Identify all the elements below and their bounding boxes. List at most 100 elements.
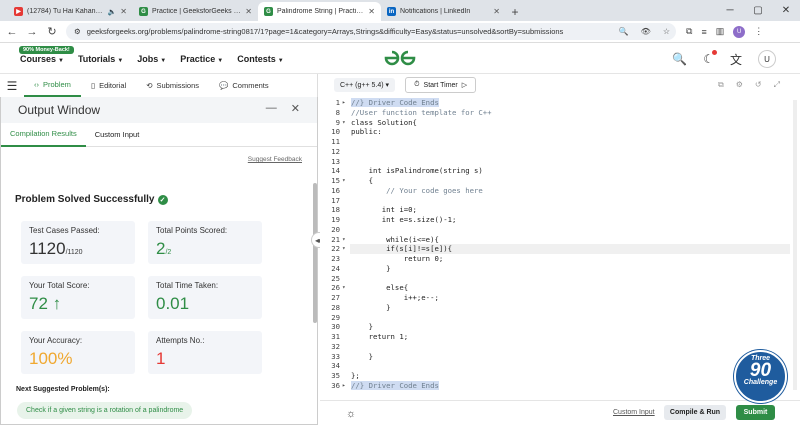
gfg-logo[interactable]: [382, 50, 418, 71]
fold-toggle-icon[interactable]: ▾: [342, 119, 346, 126]
line-number: 32: [331, 341, 340, 351]
translate-icon[interactable]: 文: [730, 51, 742, 68]
line-number: 19: [331, 215, 340, 224]
fullscreen-icon[interactable]: ⤢: [774, 80, 780, 90]
site-info-icon[interactable]: ⚙: [74, 27, 81, 36]
stat-card-tests: Test Cases Passed: 1120/1120: [21, 221, 135, 264]
custom-input-link[interactable]: Custom Input: [613, 409, 655, 416]
forward-icon[interactable]: →: [24, 26, 40, 38]
tab-comments[interactable]: 💬 Comments: [209, 74, 279, 97]
scrollbar[interactable]: [313, 183, 317, 323]
line-number: 16: [331, 185, 340, 195]
line-number: 15: [331, 176, 340, 185]
line-number: 20: [331, 224, 340, 234]
lightbulb-icon[interactable]: ☼: [346, 408, 356, 420]
dark-mode-icon[interactable]: ☾: [703, 50, 717, 66]
code-line: i++;e--;: [351, 293, 439, 302]
reset-icon[interactable]: ↺: [755, 80, 762, 90]
reload-icon[interactable]: ↻: [44, 25, 60, 38]
fold-toggle-icon[interactable]: ▾: [342, 284, 346, 291]
code-line: }: [351, 322, 373, 332]
speaker-icon[interactable]: 🔈: [108, 8, 117, 16]
search-icon[interactable]: 🔍: [672, 52, 687, 66]
tab-title: Practice | GeeksforGeeks | A co: [152, 8, 242, 15]
tab-title: (12784) Tu Hai Kahan (feat.: [27, 8, 104, 15]
code-editor[interactable]: 1 ▸//} Driver Code Ends 8//User function t…: [320, 96, 790, 396]
browser-tab-active[interactable]: G Palindrome String | Practice | Ge ✕: [258, 2, 381, 21]
next-suggested-title: Next Suggested Problem(s):: [16, 386, 110, 393]
line-number: 36: [331, 380, 340, 390]
browser-tab[interactable]: G Practice | GeeksforGeeks | A co ✕: [133, 2, 258, 21]
three-90-challenge-badge[interactable]: Three 90 Challenge: [734, 350, 787, 403]
fold-toggle-icon[interactable]: ▸: [342, 382, 346, 389]
close-tab-icon[interactable]: ✕: [368, 7, 375, 16]
url-field[interactable]: ⚙ geeksforgeeks.org/problems/palindrome-…: [66, 23, 676, 40]
tab-custom-input[interactable]: Custom Input: [86, 123, 149, 147]
suggested-problem-chip[interactable]: Check if a given string is a rotation of…: [17, 402, 193, 419]
line-number: 10: [331, 127, 340, 137]
minimize-icon[interactable]: —: [266, 102, 277, 115]
extensions-icon[interactable]: ⧉: [686, 26, 692, 37]
code-line: }: [351, 263, 391, 273]
profile-avatar[interactable]: U: [733, 25, 746, 38]
editor-footer: ☼ Custom Input Compile & Run Submit: [320, 400, 800, 425]
menu-courses[interactable]: Courses ▼: [20, 54, 64, 64]
code-line: if(s[i]!=s[e]){: [351, 244, 453, 254]
editor-panel: C++ (g++ 5.4) ▾ ⏱ Start Timer ▷ ⧉ ⚙ ↺ ⤢ 1 ▸…: [320, 74, 800, 425]
tab-search-icon[interactable]: ≡: [701, 27, 706, 37]
editor-scrollbar[interactable]: [793, 100, 797, 390]
promo-badge[interactable]: 90% Money-Back!: [19, 46, 74, 54]
line-number: 14: [331, 166, 340, 176]
close-tab-icon[interactable]: ✕: [493, 7, 500, 16]
tab-problem[interactable]: ‹› Problem: [24, 74, 81, 97]
code-line: class Solution{: [351, 117, 417, 127]
language-select[interactable]: C++ (g++ 5.4) ▾: [334, 78, 396, 92]
menu-practice[interactable]: Practice ▼: [180, 54, 223, 64]
suggest-feedback-link[interactable]: Suggest Feedback: [248, 156, 302, 163]
tab-submissions[interactable]: ⟲ Submissions: [136, 74, 209, 97]
fold-toggle-icon[interactable]: ▾: [342, 236, 346, 243]
window-controls: ─ ▢ ✕: [716, 0, 800, 20]
start-timer-button[interactable]: ⏱ Start Timer ▷: [405, 77, 477, 93]
line-number: 13: [331, 156, 340, 166]
code-line: };: [351, 371, 360, 380]
more-icon[interactable]: ⋮: [754, 26, 763, 37]
menu-contests[interactable]: Contests ▼: [237, 54, 283, 64]
back-icon[interactable]: ←: [4, 26, 20, 38]
settings-icon[interactable]: ⚙: [736, 80, 743, 90]
search-icon[interactable]: 🔍: [619, 27, 629, 36]
code-line: }: [351, 302, 391, 312]
new-tab-button[interactable]: +: [506, 3, 524, 21]
star-icon[interactable]: ☆: [663, 27, 670, 36]
fold-toggle-icon[interactable]: ▾: [342, 245, 346, 252]
fold-toggle-icon[interactable]: ▾: [342, 177, 346, 184]
code-line: int isPalindrome(string s): [351, 166, 483, 176]
tab-editorial[interactable]: ▯ Editorial: [81, 74, 136, 97]
submit-button[interactable]: Submit: [736, 405, 775, 420]
copy-icon[interactable]: ⧉: [718, 80, 724, 90]
maximize-icon[interactable]: ▢: [744, 0, 772, 20]
sidepanel-icon[interactable]: ▥: [716, 26, 725, 37]
browser-tabbar: ▶ (12784) Tu Hai Kahan (feat. 🔈 ✕ G Prac…: [0, 0, 800, 21]
close-window-icon[interactable]: ✕: [772, 0, 800, 20]
fold-toggle-icon[interactable]: ▸: [342, 99, 346, 106]
browser-tab[interactable]: in Notifications | LinkedIn ✕: [381, 2, 506, 21]
tab-compilation-results[interactable]: Compilation Results: [1, 123, 86, 147]
close-tab-icon[interactable]: ✕: [120, 7, 127, 16]
menu-jobs[interactable]: Jobs ▼: [137, 54, 166, 64]
close-icon[interactable]: ✕: [291, 102, 300, 115]
play-icon: ▷: [461, 82, 468, 89]
user-avatar[interactable]: U: [758, 50, 776, 68]
browser-tab[interactable]: ▶ (12784) Tu Hai Kahan (feat. 🔈 ✕: [8, 2, 133, 21]
code-line: int e=s.size()-1;: [351, 215, 457, 224]
stat-card-points: Total Points Scored: 2/2: [148, 221, 262, 264]
eye-off-icon[interactable]: 👁: [641, 27, 651, 36]
line-number: 26: [331, 283, 340, 293]
menu-tutorials[interactable]: Tutorials ▼: [78, 54, 123, 64]
minimize-icon[interactable]: ─: [716, 0, 744, 20]
gfg-icon: G: [139, 7, 148, 16]
line-number: 21: [331, 234, 340, 244]
compile-run-button[interactable]: Compile & Run: [664, 405, 726, 420]
close-tab-icon[interactable]: ✕: [245, 7, 252, 16]
menu-icon[interactable]: ☰: [0, 79, 24, 93]
